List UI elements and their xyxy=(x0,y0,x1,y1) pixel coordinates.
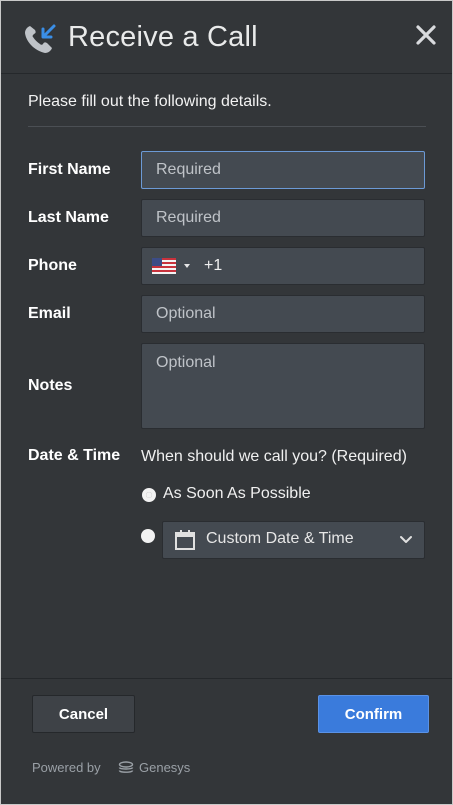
genesys-logo-icon xyxy=(118,761,134,773)
email-label: Email xyxy=(28,305,71,322)
last-name-input[interactable] xyxy=(141,199,425,237)
dialog-title: Receive a Call xyxy=(68,21,258,53)
phone-field[interactable]: +1 xyxy=(141,247,425,285)
custom-datetime-select[interactable]: Custom Date & Time xyxy=(162,521,425,559)
notes-textarea[interactable] xyxy=(141,343,425,429)
dialog-header: Receive a Call xyxy=(1,1,452,74)
close-icon[interactable] xyxy=(414,23,438,47)
intro-text: Please fill out the following details. xyxy=(28,93,272,110)
footer-divider xyxy=(1,678,452,679)
us-flag-icon xyxy=(152,258,176,274)
asap-radio[interactable] xyxy=(142,488,156,502)
notes-label: Notes xyxy=(28,377,73,394)
calendar-icon xyxy=(175,530,195,550)
asap-label[interactable]: As Soon As Possible xyxy=(163,485,311,503)
powered-by-text: Powered by xyxy=(32,760,101,775)
genesys-brand: Genesys xyxy=(139,760,191,775)
divider xyxy=(28,126,426,127)
chevron-down-icon xyxy=(400,536,412,543)
country-select[interactable] xyxy=(150,258,194,274)
phone-label: Phone xyxy=(28,257,77,274)
incoming-call-icon xyxy=(25,24,56,53)
first-name-label: First Name xyxy=(28,161,111,178)
custom-datetime-label: Custom Date & Time xyxy=(206,530,354,547)
chevron-down-icon xyxy=(184,264,190,268)
first-name-input[interactable] xyxy=(141,151,425,189)
email-input[interactable] xyxy=(141,295,425,333)
date-time-prompt: When should we call you? (Required) xyxy=(141,448,407,465)
last-name-label: Last Name xyxy=(28,209,109,226)
receive-call-dialog: Receive a Call Please fill out the follo… xyxy=(0,0,453,805)
confirm-button[interactable]: Confirm xyxy=(318,695,429,733)
cancel-button[interactable]: Cancel xyxy=(32,695,135,733)
date-time-label: Date & Time xyxy=(28,447,121,464)
phone-country-code: +1 xyxy=(204,257,223,274)
custom-datetime-radio[interactable] xyxy=(141,529,155,543)
